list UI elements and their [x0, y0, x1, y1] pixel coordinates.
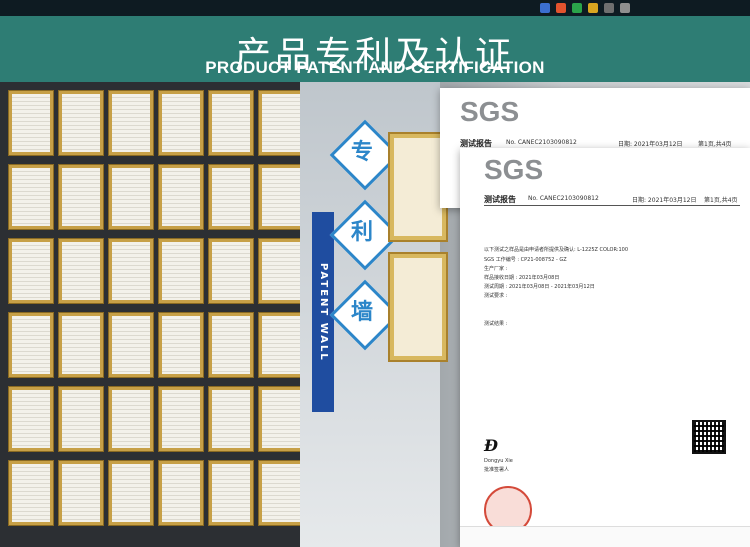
certificate-frame	[158, 90, 204, 156]
certificate-frame	[108, 164, 154, 230]
report-footer	[460, 526, 750, 547]
signer-name: Dongyu Xie	[484, 458, 513, 464]
certificate-frame	[8, 386, 54, 452]
app-icon[interactable]	[620, 3, 630, 13]
certificate-frame	[258, 386, 304, 452]
certificate-frame	[108, 460, 154, 526]
certificate-frame	[108, 90, 154, 156]
certificate-frame	[208, 460, 254, 526]
certificate-frame	[58, 386, 104, 452]
certificate-frame	[58, 238, 104, 304]
certificate-frame	[158, 386, 204, 452]
certificate-frame	[158, 238, 204, 304]
report-title: 测试报告	[484, 195, 516, 204]
certificate-frame	[208, 238, 254, 304]
app-icon[interactable]	[604, 3, 614, 13]
certificate-frame	[8, 238, 54, 304]
report-line: 以下测试之样品是由申请者所提供及确认: L-1225Z COLOR:100	[484, 247, 629, 253]
certificate-frame	[258, 164, 304, 230]
certificate-frame	[108, 312, 154, 378]
page-title-english: PRODUCT PATENT AND CERTIFICATION	[205, 58, 545, 77]
certificate-frame	[8, 164, 54, 230]
certificate-frame	[158, 460, 204, 526]
signer-title: 批准签署人	[484, 467, 510, 473]
report-line: 测试结果 :	[484, 321, 508, 327]
certificate-frame	[8, 312, 54, 378]
wall-char-3: 墙	[350, 299, 373, 325]
report-date: 日期: 2021年03月12日	[618, 141, 683, 148]
sgs-report-front: SGS 测试报告 No. CANEC2103090812 日期: 2021年03…	[460, 148, 750, 547]
sgs-logo: SGS	[484, 154, 544, 185]
report-page: 第1页,共4页	[704, 197, 738, 204]
signature: Ð	[484, 436, 498, 455]
report-page: 第1页,共4页	[698, 141, 732, 148]
report-line: 测试周期 : 2021年03月08日 - 2021年03月12日	[484, 284, 595, 290]
app-icon[interactable]	[556, 3, 566, 13]
report-number: No. CANEC2103090812	[506, 139, 577, 146]
app-icon[interactable]	[588, 3, 598, 13]
report-line: 测试要求 :	[484, 293, 508, 299]
certificate-frame	[58, 164, 104, 230]
award-certificate	[388, 252, 448, 362]
certificate-frame	[58, 460, 104, 526]
system-taskbar	[0, 0, 750, 16]
certificate-frame	[158, 164, 204, 230]
certificate-frame	[258, 90, 304, 156]
certificate-frame	[108, 238, 154, 304]
wall-char-1: 专	[350, 139, 373, 165]
report-line: 样品接收日期 : 2021年03月08日	[484, 275, 560, 281]
certificate-frame	[8, 460, 54, 526]
report-line: 生产厂家 :	[484, 266, 508, 272]
report-line: SGS 工作编号 : CP21-008752 - GZ	[484, 257, 567, 263]
certificate-frame	[158, 312, 204, 378]
certificate-frame	[208, 90, 254, 156]
certificate-frame	[258, 238, 304, 304]
app-icon[interactable]	[540, 3, 550, 13]
report-number: No. CANEC2103090812	[528, 195, 599, 202]
qr-code	[692, 420, 726, 454]
divider	[484, 205, 740, 206]
certificate-frame	[258, 312, 304, 378]
wall-char-2: 利	[350, 219, 373, 245]
certificate-frame	[58, 90, 104, 156]
sgs-logo: SGS	[460, 96, 520, 127]
certificate-frame	[208, 386, 254, 452]
certificate-frame	[208, 164, 254, 230]
certificate-frame	[108, 386, 154, 452]
certificate-frame	[58, 312, 104, 378]
product-patent-page: 产品专利及认证 PRODUCT PATENT AND CERTIFICATION…	[0, 0, 750, 547]
certificate-frame	[8, 90, 54, 156]
app-icon[interactable]	[572, 3, 582, 13]
award-certificate	[388, 132, 448, 242]
certificate-frame	[258, 460, 304, 526]
certificate-frame	[208, 312, 254, 378]
report-date: 日期: 2021年03月12日	[632, 197, 697, 204]
